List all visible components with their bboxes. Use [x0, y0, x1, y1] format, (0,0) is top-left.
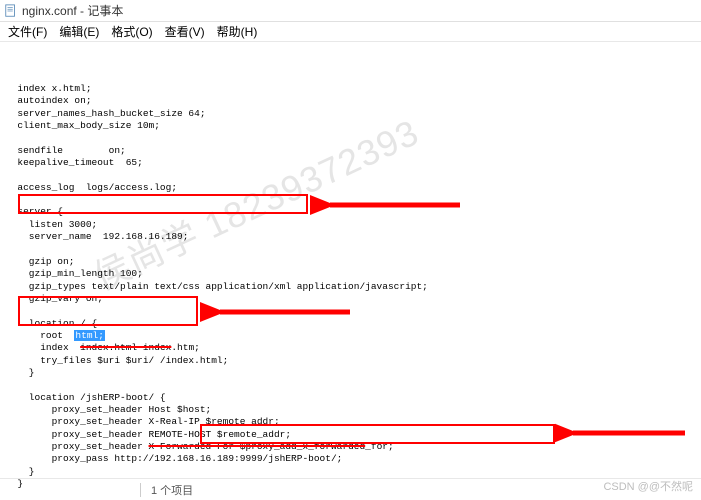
editor-area[interactable]: 侯尚学 18239372393 index x.html; autoindex … [0, 42, 701, 490]
selected-text: html; [74, 330, 105, 341]
menu-help[interactable]: 帮助(H) [211, 21, 264, 42]
titlebar: nginx.conf - 记事本 [0, 0, 701, 22]
menubar: 文件(F) 编辑(E) 格式(O) 查看(V) 帮助(H) [0, 22, 701, 42]
menu-edit[interactable]: 编辑(E) [53, 21, 105, 42]
code-body: index x.html; autoindex on; server_names… [6, 83, 695, 490]
menu-file[interactable]: 文件(F) [2, 21, 53, 42]
notepad-icon [4, 4, 18, 18]
menu-format[interactable]: 格式(O) [105, 21, 158, 42]
menu-view[interactable]: 查看(V) [159, 21, 211, 42]
window-title: nginx.conf - 记事本 [22, 2, 123, 19]
